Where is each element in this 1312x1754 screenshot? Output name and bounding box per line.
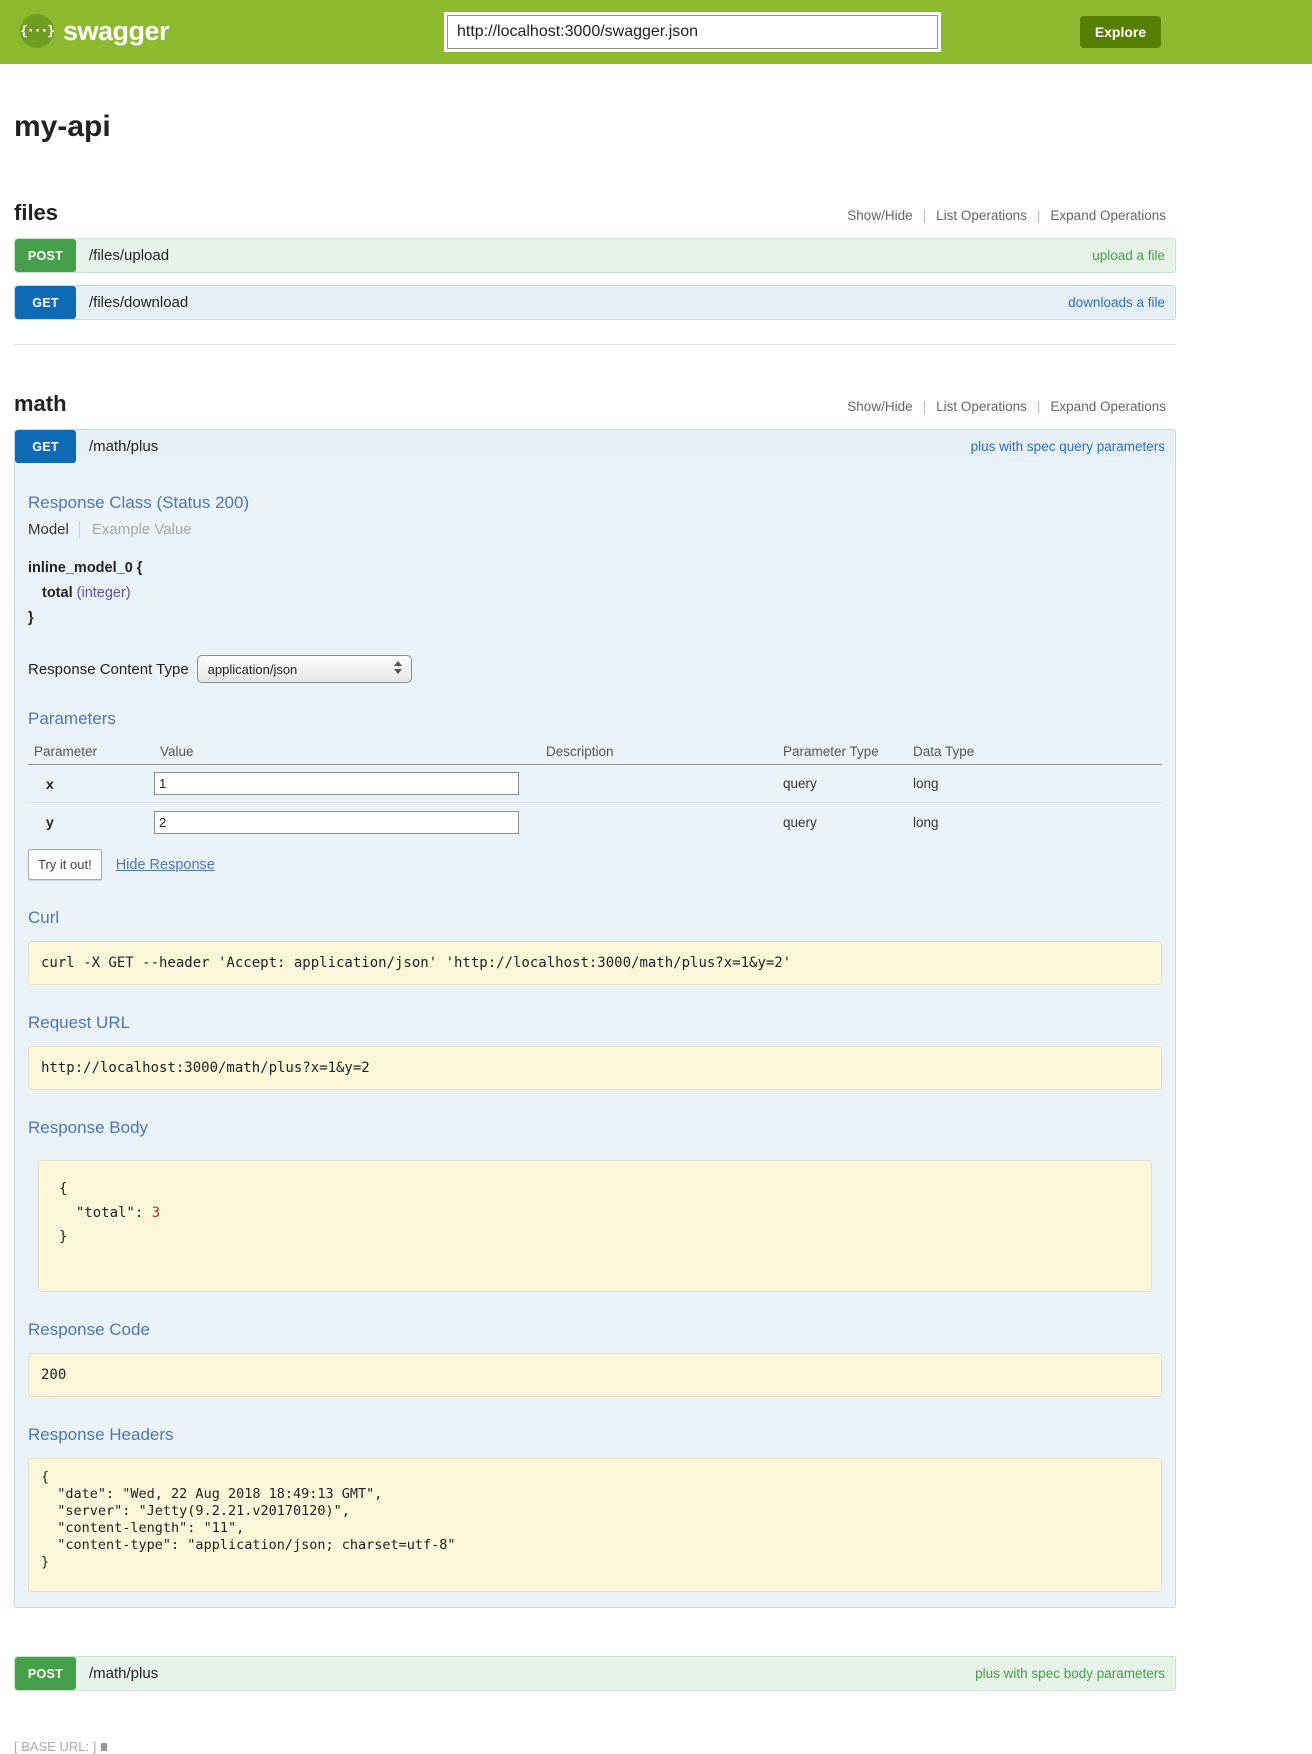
operation-header[interactable]: GET /math/plus plus with spec query para… xyxy=(15,430,1175,463)
col-parameter: Parameter xyxy=(28,744,154,759)
operation-post-math-plus: POST /math/plus plus with spec body para… xyxy=(14,1656,1176,1691)
model-close-brace: } xyxy=(28,606,1162,631)
endpoint-path[interactable]: /math/plus xyxy=(89,1665,158,1682)
spec-url-input[interactable] xyxy=(447,15,938,49)
operation-header[interactable]: GET /files/download downloads a file xyxy=(15,286,1175,319)
response-code-box: 200 xyxy=(28,1353,1162,1397)
method-badge-post: POST xyxy=(15,1657,76,1690)
endpoint-summary[interactable]: plus with spec body parameters xyxy=(975,1666,1165,1681)
section-title-math: math xyxy=(14,391,67,417)
col-parameter-type: Parameter Type xyxy=(777,744,907,759)
curl-heading: Curl xyxy=(28,908,1162,928)
math-show-hide-link[interactable]: Show/Hide xyxy=(837,399,922,414)
model-prop-name: total xyxy=(42,585,73,601)
tab-model[interactable]: Model xyxy=(28,521,79,538)
model-name: inline_model_0 { xyxy=(28,556,1162,581)
hide-response-link[interactable]: Hide Response xyxy=(116,857,215,873)
endpoint-path[interactable]: /math/plus xyxy=(89,438,158,455)
endpoint-summary[interactable]: upload a file xyxy=(1092,248,1165,263)
operation-header[interactable]: POST /math/plus plus with spec body para… xyxy=(15,1657,1175,1690)
operation-get-files-download: GET /files/download downloads a file xyxy=(14,285,1176,320)
section-title-files: files xyxy=(14,200,58,226)
param-value-input-y[interactable] xyxy=(154,811,519,834)
response-headers-box: { "date": "Wed, 22 Aug 2018 18:49:13 GMT… xyxy=(28,1458,1162,1592)
json-open-brace: { xyxy=(59,1181,67,1197)
files-list-operations-link[interactable]: List Operations xyxy=(926,208,1037,223)
request-url-box: http://localhost:3000/math/plus?x=1&y=2 xyxy=(28,1046,1162,1090)
select-arrows-icon xyxy=(394,661,402,674)
curl-command-box: curl -X GET --header 'Accept: applicatio… xyxy=(28,941,1162,985)
tab-example-value[interactable]: Example Value xyxy=(79,521,192,538)
endpoint-summary[interactable]: plus with spec query parameters xyxy=(971,439,1165,454)
brand-name: swagger xyxy=(63,16,169,47)
response-code-heading: Response Code xyxy=(28,1320,1162,1340)
col-value: Value xyxy=(154,744,540,759)
selected-content-type: application/json xyxy=(208,662,298,677)
col-description: Description xyxy=(540,744,777,759)
method-badge-get: GET xyxy=(15,430,76,463)
param-name: x xyxy=(28,776,154,792)
math-list-operations-link[interactable]: List Operations xyxy=(926,399,1037,414)
response-body-heading: Response Body xyxy=(28,1118,1162,1138)
section-divider xyxy=(14,344,1176,345)
response-headers-heading: Response Headers xyxy=(28,1425,1162,1445)
try-it-out-button[interactable]: Try it out! xyxy=(28,849,102,880)
base-url-label: [ BASE URL: ] xyxy=(14,1739,96,1754)
operation-get-math-plus: GET /math/plus plus with spec query para… xyxy=(14,429,1176,1608)
parameters-table-header: Parameter Value Description Parameter Ty… xyxy=(28,739,1162,765)
parameter-row-y: y query long xyxy=(28,803,1162,841)
endpoint-path[interactable]: /files/download xyxy=(89,294,188,311)
method-badge-post: POST xyxy=(15,239,76,272)
model-tabs: Model Example Value xyxy=(28,521,1162,538)
model-signature: inline_model_0 { total (integer) } xyxy=(28,556,1162,631)
explore-button[interactable]: Explore xyxy=(1080,16,1161,48)
col-data-type: Data Type xyxy=(907,744,1162,759)
method-badge-get: GET xyxy=(15,286,76,319)
response-body-box: { "total": 3 } xyxy=(38,1160,1152,1292)
param-data-type: long xyxy=(907,776,1162,791)
files-section-header: files Show/Hide | List Operations | Expa… xyxy=(14,200,1176,226)
files-show-hide-link[interactable]: Show/Hide xyxy=(837,208,922,223)
operation-header[interactable]: POST /files/upload upload a file xyxy=(15,239,1175,272)
math-expand-operations-link[interactable]: Expand Operations xyxy=(1040,399,1176,414)
header-bar: {···} swagger Explore xyxy=(0,0,1312,64)
response-class-heading: Response Class (Status 200) xyxy=(28,493,1162,513)
operation-post-files-upload: POST /files/upload upload a file xyxy=(14,238,1176,273)
parameters-heading: Parameters xyxy=(28,709,1162,729)
files-expand-operations-link[interactable]: Expand Operations xyxy=(1040,208,1176,223)
cursor-artifact xyxy=(101,1743,107,1751)
json-value: 3 xyxy=(152,1205,160,1221)
request-url-heading: Request URL xyxy=(28,1013,1162,1033)
page-title: my-api xyxy=(14,110,1176,144)
param-name: y xyxy=(28,814,154,830)
response-content-type-select[interactable]: application/json xyxy=(197,655,412,683)
base-url-footer: [ BASE URL: ] xyxy=(14,1739,1312,1754)
param-value-input-x[interactable] xyxy=(154,772,519,795)
parameters-table: Parameter Value Description Parameter Ty… xyxy=(28,739,1162,841)
param-type: query xyxy=(777,815,907,830)
endpoint-summary[interactable]: downloads a file xyxy=(1068,295,1165,310)
param-type: query xyxy=(777,776,907,791)
model-prop-type: (integer) xyxy=(77,585,131,601)
json-key: "total": xyxy=(76,1205,143,1221)
parameter-row-x: x query long xyxy=(28,765,1162,803)
param-data-type: long xyxy=(907,815,1162,830)
math-section-header: math Show/Hide | List Operations | Expan… xyxy=(14,391,1176,417)
swagger-logo-icon: {···} xyxy=(20,14,54,48)
json-close-brace: } xyxy=(59,1229,67,1245)
response-content-type-label: Response Content Type xyxy=(28,661,189,678)
operation-expanded-content: Response Class (Status 200) Model Exampl… xyxy=(15,493,1175,1607)
swagger-brand[interactable]: {···} swagger xyxy=(20,14,169,48)
endpoint-path[interactable]: /files/upload xyxy=(89,247,169,264)
